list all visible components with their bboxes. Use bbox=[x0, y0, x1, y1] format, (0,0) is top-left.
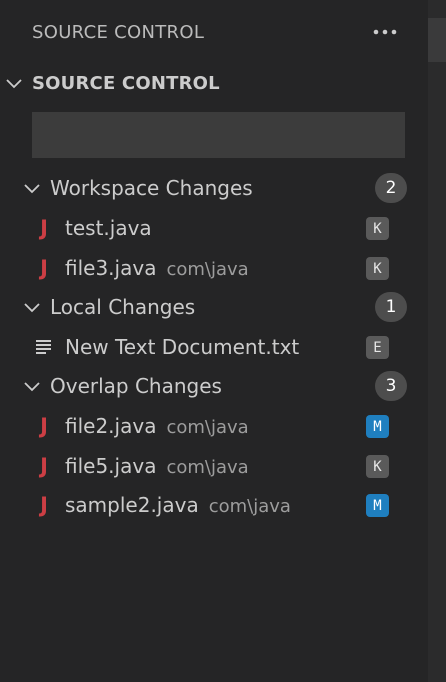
file-row[interactable]: J file5.java com\java K bbox=[0, 446, 428, 486]
java-file-icon: J bbox=[40, 413, 48, 438]
chevron-down-icon[interactable] bbox=[20, 374, 44, 398]
file-name-wrap: test.java bbox=[65, 216, 152, 240]
group-overlap-changes[interactable]: Overlap Changes 3 bbox=[0, 366, 428, 406]
commit-message-input[interactable] bbox=[32, 112, 405, 158]
file-name: sample2.java bbox=[65, 493, 199, 517]
file-name-wrap: file3.java com\java bbox=[65, 256, 249, 280]
chevron-down-icon[interactable] bbox=[20, 295, 44, 319]
file-name: file2.java bbox=[65, 414, 157, 438]
scrollbar-track[interactable] bbox=[428, 0, 446, 682]
file-path: com\java bbox=[208, 496, 291, 517]
group-local-changes[interactable]: Local Changes 1 bbox=[0, 287, 428, 327]
view-header: SOURCE CONTROL bbox=[0, 0, 428, 64]
file-row[interactable]: J file2.java com\java M bbox=[0, 406, 428, 446]
file-name-wrap: New Text Document.txt bbox=[65, 335, 299, 359]
file-row[interactable]: J sample2.java com\java M bbox=[0, 485, 428, 525]
java-file-icon: J bbox=[40, 215, 48, 240]
source-control-panel: SOURCE CONTROL SOURCE CONTROL Workspace … bbox=[0, 0, 446, 682]
ellipsis-icon bbox=[373, 29, 397, 35]
count-badge: 1 bbox=[375, 292, 407, 322]
commit-message-box[interactable] bbox=[32, 112, 405, 158]
file-row[interactable]: J file3.java com\java K bbox=[0, 248, 428, 288]
file-name: New Text Document.txt bbox=[65, 335, 300, 359]
group-label: Overlap Changes bbox=[50, 374, 222, 398]
group-workspace-changes[interactable]: Workspace Changes 2 bbox=[0, 168, 428, 208]
file-name-wrap: file2.java com\java bbox=[65, 414, 249, 438]
status-badge: M bbox=[366, 494, 389, 517]
file-path: com\java bbox=[166, 259, 249, 280]
view-title: SOURCE CONTROL bbox=[32, 21, 205, 43]
status-badge: K bbox=[366, 455, 389, 478]
status-badge: K bbox=[366, 217, 389, 240]
file-row[interactable]: J test.java K bbox=[0, 208, 428, 248]
java-file-icon: J bbox=[40, 492, 48, 517]
file-row[interactable]: New Text Document.txt E bbox=[0, 327, 428, 367]
group-label: Local Changes bbox=[50, 295, 196, 319]
more-actions-button[interactable] bbox=[370, 18, 400, 46]
status-badge: M bbox=[366, 415, 389, 438]
file-path: com\java bbox=[166, 457, 249, 478]
text-file-icon bbox=[34, 336, 54, 358]
file-name: file3.java bbox=[65, 256, 157, 280]
file-name: file5.java bbox=[65, 454, 157, 478]
java-file-icon: J bbox=[40, 453, 48, 478]
file-name: test.java bbox=[65, 216, 152, 240]
section-title: SOURCE CONTROL bbox=[32, 72, 220, 94]
status-badge: K bbox=[366, 257, 389, 280]
chevron-down-icon[interactable] bbox=[20, 176, 44, 200]
source-control-section-header[interactable]: SOURCE CONTROL bbox=[0, 64, 428, 102]
scrollbar-thumb[interactable] bbox=[428, 18, 446, 62]
chevron-down-icon[interactable] bbox=[2, 71, 26, 95]
group-label: Workspace Changes bbox=[50, 176, 253, 200]
status-badge: E bbox=[366, 336, 389, 359]
file-name-wrap: sample2.java com\java bbox=[65, 493, 291, 517]
count-badge: 3 bbox=[375, 371, 407, 401]
java-file-icon: J bbox=[40, 255, 48, 280]
file-name-wrap: file5.java com\java bbox=[65, 454, 249, 478]
count-badge: 2 bbox=[375, 173, 407, 203]
file-path: com\java bbox=[166, 417, 249, 438]
